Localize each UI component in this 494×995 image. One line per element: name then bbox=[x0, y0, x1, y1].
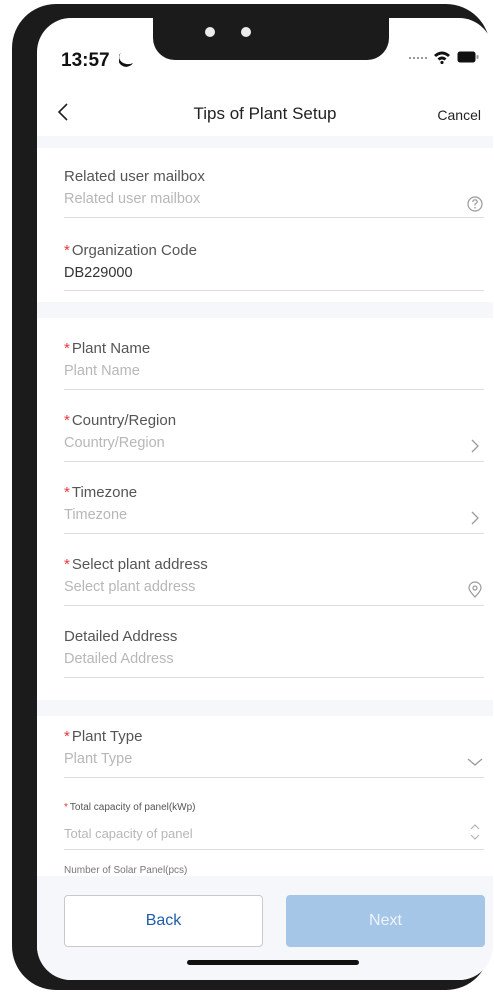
plant-address-input[interactable]: Select plant address bbox=[64, 579, 484, 595]
required-mark: * bbox=[64, 802, 68, 813]
battery-icon bbox=[457, 51, 479, 63]
divider bbox=[64, 290, 484, 291]
divider bbox=[64, 461, 484, 462]
timezone-label: Timezone bbox=[71, 484, 138, 501]
total-capacity-label: Total capacity of panel(kWp) bbox=[69, 802, 196, 813]
plant-address-field[interactable]: * Select plant address Select plant addre… bbox=[64, 556, 484, 606]
detailed-address-label: Detailed Address bbox=[64, 628, 178, 645]
app-screen: 13:57 Tips of Plant Setup Cancel Related… bbox=[37, 18, 493, 980]
plant-name-field[interactable]: * Plant Name Plant Name bbox=[64, 340, 484, 390]
divider bbox=[64, 677, 484, 678]
required-mark: * bbox=[64, 728, 70, 745]
notch bbox=[153, 18, 389, 60]
related-mailbox-label: Related user mailbox bbox=[64, 168, 205, 185]
help-icon[interactable] bbox=[466, 195, 484, 213]
plant-type-field[interactable]: * Plant Type Plant Type bbox=[64, 728, 484, 778]
location-pin-icon[interactable] bbox=[466, 581, 484, 599]
plant-name-label: Plant Name bbox=[71, 340, 151, 357]
total-capacity-input[interactable]: Total capacity of panel bbox=[64, 826, 484, 841]
page-title: Tips of Plant Setup bbox=[193, 104, 337, 123]
wifi-icon bbox=[434, 51, 450, 64]
country-region-field[interactable]: * Country/Region Country/Region bbox=[64, 412, 484, 462]
divider bbox=[64, 849, 484, 850]
required-mark: * bbox=[64, 484, 70, 501]
total-capacity-field[interactable]: * Total capacity of panel(kWp) Total capa… bbox=[64, 802, 484, 850]
chevron-down-icon[interactable] bbox=[466, 753, 484, 771]
camera-dot bbox=[205, 27, 215, 37]
section-divider bbox=[37, 136, 493, 148]
country-region-input[interactable]: Country/Region bbox=[64, 435, 484, 451]
divider bbox=[64, 533, 484, 534]
stepper-arrows-icon[interactable] bbox=[466, 821, 484, 843]
divider bbox=[64, 389, 484, 390]
organization-code-label: Organization Code bbox=[71, 242, 197, 259]
required-mark: * bbox=[64, 242, 70, 259]
required-mark: * bbox=[64, 340, 70, 357]
required-mark: * bbox=[64, 412, 70, 429]
section-divider bbox=[37, 700, 493, 716]
chevron-right-icon[interactable] bbox=[466, 509, 484, 527]
detailed-address-field[interactable]: Detailed Address Detailed Address bbox=[64, 628, 484, 678]
timezone-field[interactable]: * Timezone Timezone bbox=[64, 484, 484, 534]
cancel-button[interactable]: Cancel bbox=[437, 107, 481, 123]
country-region-label: Country/Region bbox=[71, 412, 177, 429]
back-button[interactable]: Back bbox=[64, 895, 263, 947]
signal-icon bbox=[409, 57, 427, 63]
home-indicator[interactable] bbox=[187, 960, 359, 965]
phone-frame: 13:57 Tips of Plant Setup Cancel Related… bbox=[12, 4, 493, 990]
required-mark: * bbox=[64, 556, 70, 573]
related-mailbox-field[interactable]: Related user mailbox Related user mailbo… bbox=[64, 168, 484, 218]
organization-code-field[interactable]: * Organization Code DB229000 bbox=[64, 242, 484, 291]
divider bbox=[64, 217, 484, 218]
divider bbox=[64, 777, 484, 778]
section-divider bbox=[37, 302, 493, 318]
moon-icon bbox=[119, 52, 133, 67]
divider bbox=[64, 605, 484, 606]
detailed-address-input[interactable]: Detailed Address bbox=[64, 651, 484, 667]
solar-panels-field[interactable]: Number of Solar Panel(pcs) bbox=[64, 865, 484, 876]
next-button[interactable]: Next bbox=[286, 895, 485, 947]
plant-name-input[interactable]: Plant Name bbox=[64, 363, 484, 379]
timezone-input[interactable]: Timezone bbox=[64, 507, 484, 523]
plant-address-label: Select plant address bbox=[71, 556, 208, 573]
sensor-dot bbox=[241, 27, 251, 37]
related-mailbox-input[interactable]: Related user mailbox bbox=[64, 191, 484, 207]
plant-type-label: Plant Type bbox=[71, 728, 143, 745]
status-icons bbox=[409, 50, 479, 64]
plant-type-select[interactable]: Plant Type bbox=[64, 751, 484, 767]
status-time: 13:57 bbox=[61, 50, 110, 71]
organization-code-input[interactable]: DB229000 bbox=[64, 265, 484, 281]
solar-panels-label: Number of Solar Panel(pcs) bbox=[64, 865, 188, 876]
chevron-right-icon[interactable] bbox=[466, 437, 484, 455]
